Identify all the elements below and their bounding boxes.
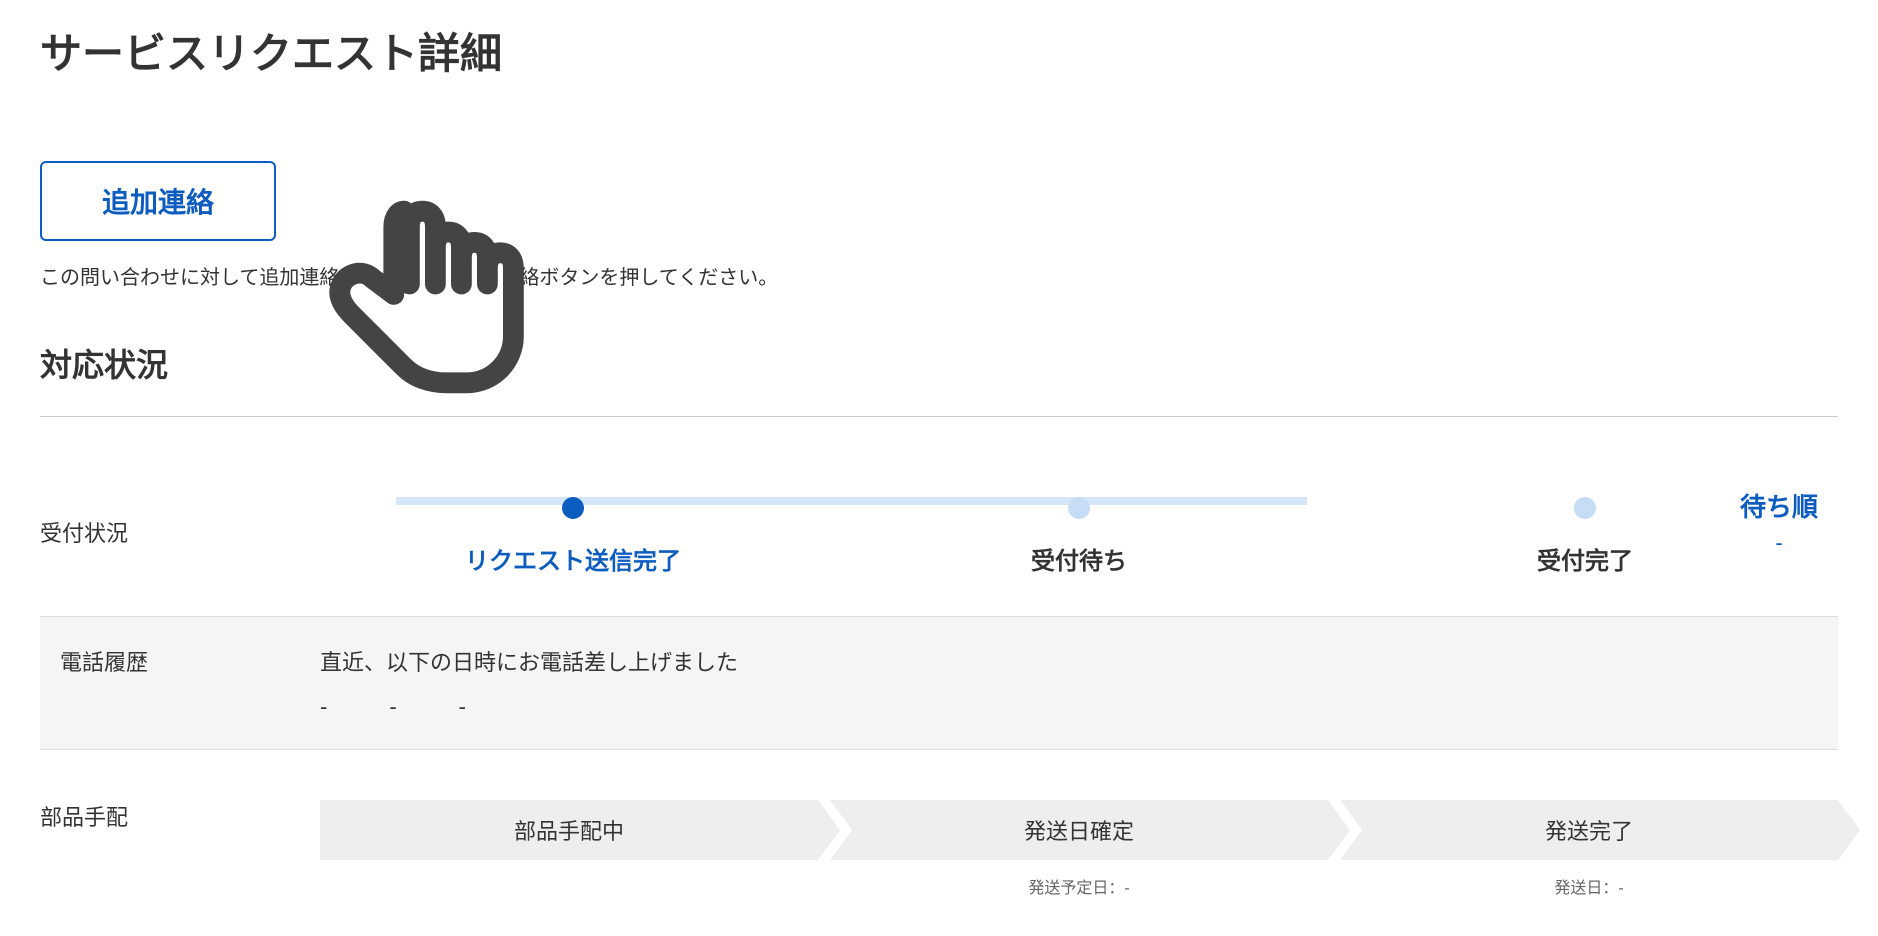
parts-arrangement-row: 部品手配 部品手配中 発送日確定 発送予定日：- 発送完了 発送日：- bbox=[40, 750, 1838, 908]
page-title: サービスリクエスト詳細 bbox=[40, 20, 1838, 81]
parts-steps-container: 部品手配中 発送日確定 発送予定日：- 発送完了 発送日：- bbox=[320, 800, 1838, 898]
progress-step-completed: 受付完了 bbox=[1332, 497, 1838, 576]
progress-container: リクエスト送信完了 受付待ち 受付完了 bbox=[320, 487, 1838, 576]
reception-status-label: 受付状況 bbox=[40, 516, 320, 548]
parts-step-ship-date-fixed: 発送日確定 発送予定日：- bbox=[830, 800, 1328, 898]
status-heading: 対応状況 bbox=[40, 340, 1838, 386]
progress-step-label: リクエスト送信完了 bbox=[465, 541, 681, 576]
phone-history-content: 直近、以下の日時にお電話差し上げました - - - bbox=[320, 645, 1838, 721]
parts-step-box: 発送日確定 bbox=[830, 800, 1328, 860]
phone-history-times: - - - bbox=[320, 689, 1838, 721]
parts-step-sub: 発送日：- bbox=[1554, 874, 1623, 898]
reception-status-row: 受付状況 リクエスト送信完了 受付待ち 受付完了 待ち順 - bbox=[40, 467, 1838, 617]
contact-note-text: この問い合わせに対して追加連絡をする場合は追加連絡ボタンを押してください。 bbox=[40, 261, 1838, 290]
progress-dot-icon bbox=[1068, 497, 1090, 519]
parts-step-label: 発送完了 bbox=[1545, 814, 1633, 846]
parts-step-box: 部品手配中 bbox=[320, 800, 818, 860]
progress-step-awaiting: 受付待ち bbox=[826, 497, 1332, 576]
section-divider bbox=[40, 416, 1838, 417]
phone-history-row: 電話履歴 直近、以下の日時にお電話差し上げました - - - bbox=[40, 617, 1838, 750]
parts-step-arranging: 部品手配中 bbox=[320, 800, 818, 898]
parts-arrangement-label: 部品手配 bbox=[40, 800, 320, 832]
progress-step-label: 受付完了 bbox=[1537, 541, 1633, 576]
parts-step-label: 部品手配中 bbox=[514, 814, 624, 846]
progress-steps: リクエスト送信完了 受付待ち 受付完了 bbox=[320, 497, 1838, 576]
additional-contact-button[interactable]: 追加連絡 bbox=[40, 161, 276, 241]
parts-step-shipped: 発送完了 発送日：- bbox=[1340, 800, 1838, 898]
parts-step-label: 発送日確定 bbox=[1024, 814, 1134, 846]
progress-step-label: 受付待ち bbox=[1031, 541, 1127, 576]
hand-pointer-icon bbox=[295, 180, 555, 440]
progress-dot-icon bbox=[1574, 497, 1596, 519]
progress-step-request-sent: リクエスト送信完了 bbox=[320, 497, 826, 576]
phone-history-text: 直近、以下の日時にお電話差し上げました bbox=[320, 645, 1838, 677]
parts-step-box: 発送完了 bbox=[1340, 800, 1838, 860]
progress-dot-icon bbox=[562, 497, 584, 519]
phone-history-label: 電話履歴 bbox=[40, 645, 320, 677]
parts-step-sub: 発送予定日：- bbox=[1028, 874, 1129, 898]
